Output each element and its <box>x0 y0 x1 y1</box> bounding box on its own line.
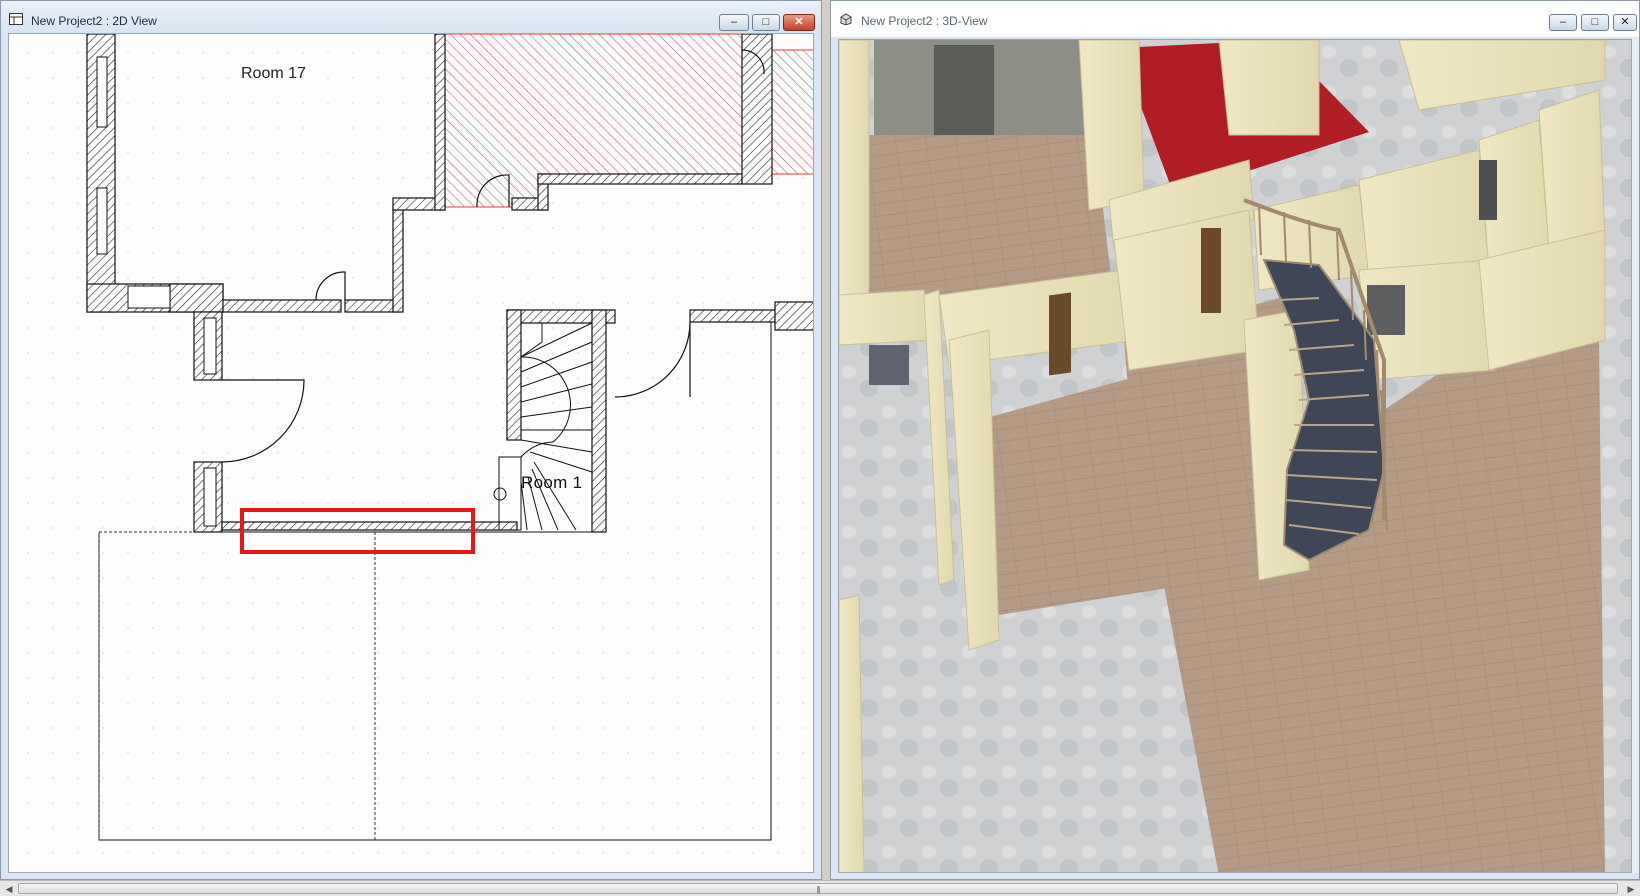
maximize-button[interactable]: □ <box>752 14 780 31</box>
room-label[interactable]: Room 1 <box>521 473 582 493</box>
floor-plan-drawing[interactable] <box>9 34 814 873</box>
3d-cube-icon <box>840 13 852 25</box>
hatched-room-region-right[interactable] <box>771 49 814 175</box>
scroll-right-button[interactable]: ▶ <box>1623 882 1639 896</box>
minimize-button[interactable]: – <box>719 14 749 31</box>
3d-scene[interactable] <box>839 40 1632 873</box>
floor-plan-canvas[interactable]: Room 17 Room 1 <box>8 33 814 873</box>
maximize-button[interactable]: □ <box>1581 14 1609 31</box>
scroll-left-button[interactable]: ◀ <box>1 882 17 896</box>
window-title: New Project2 : 2D View <box>31 14 157 28</box>
window-glass <box>934 45 994 135</box>
room-label[interactable]: Room 17 <box>241 65 306 83</box>
scroll-thumb[interactable]: ||| <box>18 883 1618 894</box>
vertical-scrollbar-3d[interactable] <box>1632 39 1639 873</box>
3d-render-canvas[interactable] <box>838 39 1632 873</box>
plan-view-icon <box>9 13 23 25</box>
close-button[interactable]: ✕ <box>1613 14 1637 31</box>
window-small <box>1479 160 1497 220</box>
horizontal-scrollbar[interactable]: ◀ ||| ▶ <box>0 880 1640 896</box>
titlebar-3d[interactable]: New Project2 : 3D-View – □ ✕ <box>831 1 1639 37</box>
window-2d-view[interactable]: New Project2 : 2D View – □ ✕ Room 17 Roo… <box>0 0 822 880</box>
window-title: New Project2 : 3D-View <box>861 14 988 28</box>
titlebar-2d[interactable]: New Project2 : 2D View – □ ✕ <box>1 1 821 37</box>
window-3d-view[interactable]: New Project2 : 3D-View – □ ✕ <box>830 0 1640 880</box>
minimize-button[interactable]: – <box>1549 14 1577 31</box>
door-3d <box>1201 228 1221 313</box>
window-small <box>869 345 909 385</box>
close-button[interactable]: ✕ <box>783 14 815 31</box>
door-3d <box>1049 292 1071 376</box>
scroll-grip-icon: ||| <box>816 885 820 894</box>
